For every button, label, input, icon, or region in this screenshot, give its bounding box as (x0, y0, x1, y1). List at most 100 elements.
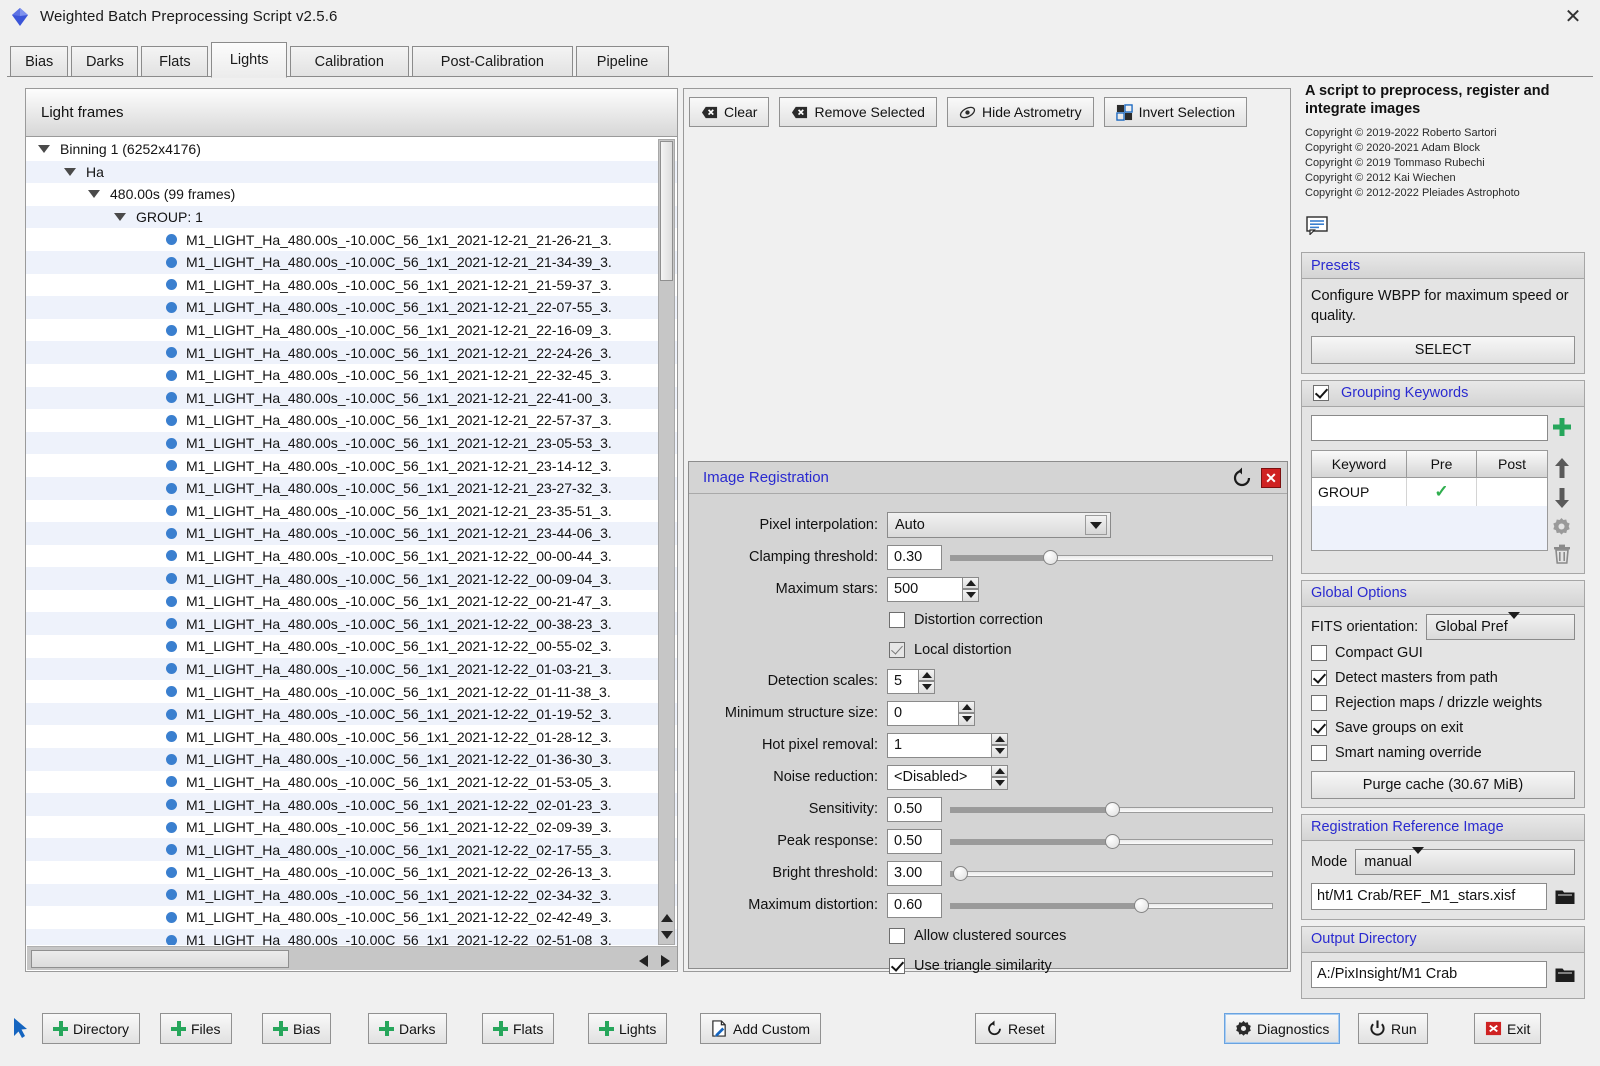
clamping-threshold-slider[interactable] (950, 545, 1273, 570)
option-compact-gui[interactable]: Compact GUI (1311, 641, 1575, 666)
option-smart-naming-override[interactable]: Smart naming override (1311, 741, 1575, 766)
tree-file-row[interactable]: M1_LIGHT_Ha_480.00s_-10.00C_56_1x1_2021-… (26, 657, 677, 681)
chevron-down-icon[interactable] (1085, 515, 1107, 535)
bright-threshold-input[interactable]: 3.00 (887, 860, 942, 886)
checkbox[interactable] (1311, 645, 1327, 662)
files-button[interactable]: Files (160, 1013, 232, 1044)
tree-group-row[interactable]: 480.00s (99 frames) (26, 183, 677, 206)
tree-file-row[interactable]: M1_LIGHT_Ha_480.00s_-10.00C_56_1x1_2021-… (26, 476, 677, 500)
directory-button[interactable]: Directory (42, 1013, 141, 1044)
option-rejection-maps-drizzle-weights[interactable]: Rejection maps / drizzle weights (1311, 691, 1575, 716)
remove-selected-button[interactable]: Remove Selected (779, 97, 937, 127)
reference-mode-select[interactable]: manual (1355, 847, 1575, 876)
minimum-structure-size-input[interactable]: 0 (887, 700, 959, 726)
tab-lights[interactable]: Lights (211, 42, 287, 78)
checkbox[interactable] (1311, 720, 1327, 737)
tree-file-row[interactable]: M1_LIGHT_Ha_480.00s_-10.00C_56_1x1_2021-… (26, 341, 677, 364)
lights-button[interactable]: Lights (588, 1013, 668, 1044)
pixel-interpolation-select[interactable]: Auto (887, 512, 1111, 538)
clamping-threshold-input[interactable]: 0.30 (887, 544, 942, 570)
flats-button[interactable]: Flats (482, 1013, 555, 1044)
tree-file-row[interactable]: M1_LIGHT_Ha_480.00s_-10.00C_56_1x1_2021-… (26, 545, 677, 568)
tree-file-row[interactable]: M1_LIGHT_Ha_480.00s_-10.00C_56_1x1_2021-… (26, 906, 677, 929)
scroll-left-icon[interactable] (639, 955, 648, 967)
tree-file-row[interactable]: M1_LIGHT_Ha_480.00s_-10.00C_56_1x1_2021-… (26, 431, 677, 455)
tab-post-calibration[interactable]: Post-Calibration (411, 46, 574, 77)
folder-icon[interactable] (1555, 966, 1575, 983)
hide-astrometry-button[interactable]: Hide Astrometry (946, 97, 1094, 127)
maximum-distortion-input[interactable]: 0.60 (887, 892, 942, 918)
sensitivity-slider[interactable] (950, 797, 1273, 822)
run-button[interactable]: Run (1358, 1013, 1428, 1044)
tree-group-row[interactable]: Binning 1 (6252x4176) (26, 138, 677, 161)
darks-button[interactable]: Darks (368, 1013, 447, 1044)
row-allow-clustered-sources[interactable]: Allow clustered sources (689, 921, 1273, 951)
expand-collapse-caret-icon[interactable] (88, 190, 100, 199)
tree-hscroll-thumb[interactable] (31, 950, 289, 968)
detection-scales-input[interactable]: 5 (887, 668, 919, 694)
table-row[interactable]: GROUP ✓ (1312, 477, 1547, 506)
tree-file-row[interactable]: M1_LIGHT_Ha_480.00s_-10.00C_56_1x1_2021-… (26, 793, 677, 816)
tree-group-row[interactable]: Ha (26, 160, 677, 184)
tree-group-row[interactable]: GROUP: 1 (26, 205, 677, 229)
tree-file-row[interactable]: M1_LIGHT_Ha_480.00s_-10.00C_56_1x1_2021-… (26, 500, 677, 523)
detection-scales-stepper[interactable] (918, 668, 935, 694)
add-icon[interactable] (1552, 417, 1572, 437)
expand-collapse-caret-icon[interactable] (114, 213, 126, 222)
delete-trash-icon[interactable] (1553, 544, 1571, 564)
expand-collapse-caret-icon[interactable] (38, 145, 50, 154)
checkbox[interactable] (1311, 695, 1327, 712)
grouping-keywords-checkbox[interactable] (1313, 385, 1329, 402)
local-distortion-checkbox[interactable] (889, 642, 905, 658)
scroll-down-icon[interactable] (661, 931, 673, 939)
settings-gear-icon[interactable] (1552, 517, 1571, 536)
peak-response-slider[interactable] (950, 829, 1273, 854)
chevron-down-icon[interactable] (1507, 612, 1520, 636)
add-custom-button[interactable]: Add Custom (700, 1013, 822, 1044)
tab-darks[interactable]: Darks (71, 46, 139, 77)
option-save-groups-on-exit[interactable]: Save groups on exit (1311, 716, 1575, 741)
minimum-structure-size-stepper[interactable] (958, 700, 975, 726)
folder-icon[interactable] (1555, 888, 1575, 905)
tree-file-row[interactable]: M1_LIGHT_Ha_480.00s_-10.00C_56_1x1_2021-… (26, 725, 677, 748)
tree-file-row[interactable]: M1_LIGHT_Ha_480.00s_-10.00C_56_1x1_2021-… (26, 522, 677, 545)
noise-reduction-stepper[interactable] (991, 764, 1008, 790)
tree-file-row[interactable]: M1_LIGHT_Ha_480.00s_-10.00C_56_1x1_2021-… (26, 567, 677, 590)
tree-file-row[interactable]: M1_LIGHT_Ha_480.00s_-10.00C_56_1x1_2021-… (26, 454, 677, 477)
tree-file-row[interactable]: M1_LIGHT_Ha_480.00s_-10.00C_56_1x1_2021-… (26, 409, 677, 432)
tree-file-row[interactable]: M1_LIGHT_Ha_480.00s_-10.00C_56_1x1_2021-… (26, 635, 677, 658)
hot-pixel-removal-stepper[interactable] (991, 732, 1008, 758)
tree-file-row[interactable]: M1_LIGHT_Ha_480.00s_-10.00C_56_1x1_2021-… (26, 771, 677, 794)
tree-rows-container[interactable]: Binning 1 (6252x4176) Ha 480.00s (99 frame… (26, 138, 677, 945)
tree-file-row[interactable]: M1_LIGHT_Ha_480.00s_-10.00C_56_1x1_2021-… (26, 250, 677, 274)
hot-pixel-removal-input[interactable]: 1 (887, 732, 992, 758)
expand-collapse-caret-icon[interactable] (64, 167, 76, 176)
tree-file-row[interactable]: M1_LIGHT_Ha_480.00s_-10.00C_56_1x1_2021-… (26, 612, 677, 636)
maximum-stars-input[interactable]: 500 (887, 576, 963, 602)
tree-file-row[interactable]: M1_LIGHT_Ha_480.00s_-10.00C_56_1x1_2021-… (26, 228, 677, 251)
tree-vertical-scrollbar[interactable] (658, 139, 675, 945)
grouping-keyword-input[interactable] (1311, 414, 1548, 441)
row-distortion-correction[interactable]: Distortion correction (689, 605, 1273, 635)
checkbox[interactable] (1311, 670, 1327, 687)
bias-button[interactable]: Bias (262, 1013, 332, 1044)
comment-bubble-icon[interactable] (1306, 216, 1328, 237)
tree-horizontal-scrollbar[interactable] (27, 946, 677, 970)
tree-file-row[interactable]: M1_LIGHT_Ha_480.00s_-10.00C_56_1x1_2021-… (26, 364, 677, 387)
reset-button[interactable]: Reset (975, 1013, 1056, 1044)
diagnostics-button[interactable]: Diagnostics (1224, 1013, 1341, 1044)
move-down-icon[interactable] (1553, 487, 1571, 509)
allow-clustered-sources-checkbox[interactable] (889, 928, 905, 944)
peak-response-input[interactable]: 0.50 (887, 828, 942, 854)
clear-button[interactable]: Clear (689, 97, 770, 127)
tree-file-row[interactable]: M1_LIGHT_Ha_480.00s_-10.00C_56_1x1_2021-… (26, 748, 677, 771)
tab-flats[interactable]: Flats (141, 46, 209, 77)
tree-file-row[interactable]: M1_LIGHT_Ha_480.00s_-10.00C_56_1x1_2021-… (26, 861, 677, 884)
fits-orientation-select[interactable]: Global Pref (1426, 612, 1575, 641)
presets-select-button[interactable]: SELECT (1311, 335, 1575, 364)
row-use-triangle-similarity[interactable]: Use triangle similarity (689, 951, 1273, 981)
bright-threshold-slider[interactable] (950, 861, 1273, 886)
close-red-icon[interactable]: ✕ (1261, 467, 1281, 488)
row-local-distortion[interactable]: Local distortion (689, 635, 1273, 665)
reset-circular-arrow-icon[interactable] (1231, 467, 1253, 489)
